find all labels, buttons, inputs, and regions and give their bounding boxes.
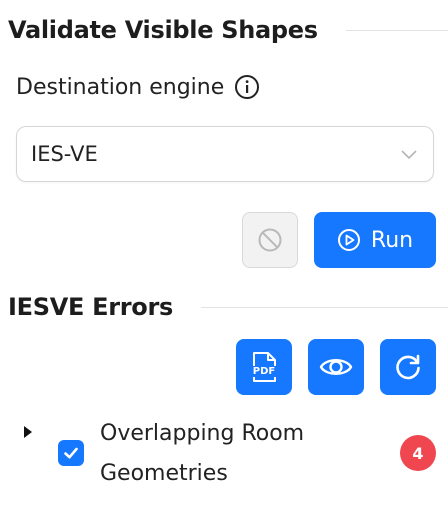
refresh-icon: [393, 352, 423, 382]
info-icon[interactable]: [234, 74, 260, 100]
chevron-down-icon: [399, 144, 419, 164]
error-count-badge: 4: [400, 435, 436, 471]
errors-section-header: IESVE Errors: [8, 291, 448, 323]
expand-caret-icon[interactable]: [23, 424, 33, 438]
validate-section-title: Validate Visible Shapes: [8, 16, 318, 44]
export-pdf-button[interactable]: PDF: [236, 339, 292, 395]
ban-icon: [257, 227, 283, 253]
errors-section-title: IESVE Errors: [8, 293, 174, 321]
checkmark-icon: [64, 447, 78, 459]
run-button-label: Run: [370, 227, 414, 253]
pdf-file-icon: PDF: [247, 351, 281, 383]
cancel-validation-button[interactable]: [242, 212, 298, 268]
run-button[interactable]: Run: [314, 212, 436, 268]
destination-engine-label-row: Destination engine: [16, 74, 260, 100]
divider: [201, 306, 448, 308]
divider: [345, 29, 448, 31]
eye-icon: [319, 354, 353, 380]
refresh-button[interactable]: [380, 339, 436, 395]
error-item-checkbox[interactable]: [58, 440, 84, 466]
pdf-icon-text: PDF: [247, 366, 281, 377]
validate-section-header: Validate Visible Shapes: [8, 14, 448, 46]
destination-engine-value: IES-VE: [31, 142, 98, 166]
error-item-label[interactable]: Overlapping Room Geometries: [100, 414, 370, 494]
destination-engine-label: Destination engine: [16, 74, 225, 100]
destination-engine-select[interactable]: IES-VE: [16, 126, 434, 182]
toggle-visibility-button[interactable]: [308, 339, 364, 395]
play-circle-icon: [337, 228, 361, 252]
